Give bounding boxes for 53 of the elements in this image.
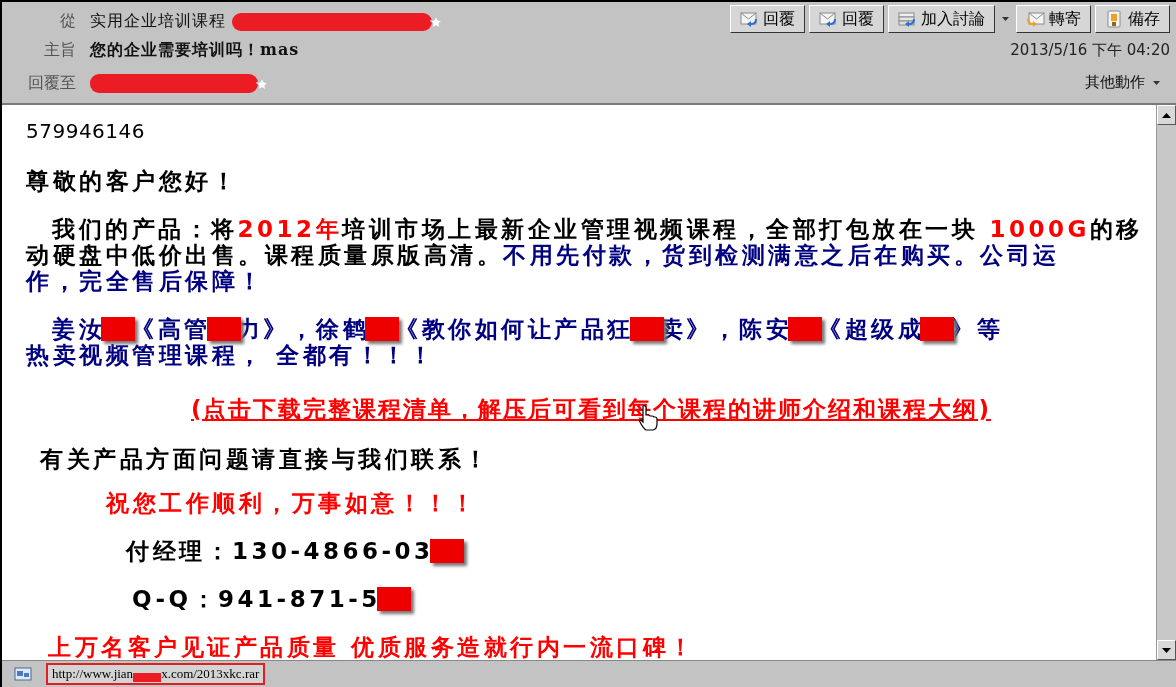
body-text: 《高管 [131, 316, 211, 342]
toolbar-button[interactable]: 回覆 [730, 5, 805, 33]
field-label: 從 [59, 11, 76, 32]
body-text: 我们的产品：将 [52, 216, 238, 242]
redaction-mark [429, 539, 464, 563]
body-text: 上万名客户见证产品质量 优质服务造就行内一流口碑！ [48, 634, 696, 660]
redaction-mark [376, 587, 411, 611]
field-label: 主旨 [43, 40, 76, 61]
body-text: 的移 [1089, 216, 1143, 242]
redaction-mark [206, 317, 241, 341]
body-text: 2012年 [237, 216, 342, 242]
body-text: Q-Q：941-871-5 [132, 586, 381, 612]
body-text: 付经理：130-4866-03 [126, 538, 434, 564]
body-text: 《教你如何让产品狂 [395, 316, 634, 342]
redaction-mark [920, 317, 954, 341]
body-text: 有关产品方面问题请直接与我们联系！ [40, 446, 491, 472]
star-icon [429, 14, 443, 29]
caret-icon [1002, 17, 1009, 21]
caret-icon [1153, 80, 1160, 85]
body-text: 热卖视频管理课程， 全都有！！！ [26, 342, 435, 368]
body-text: 579946146 [26, 119, 146, 143]
body-text: 祝您工作顺利，万事如意！！！ [106, 490, 477, 516]
toolbar-button[interactable]: 備存 [1095, 5, 1170, 33]
stack-arrow-icon [898, 10, 917, 28]
toolbar-button[interactable]: 轉寄 [1016, 5, 1091, 33]
body-text: 尊敬的客户您好！ [26, 168, 238, 194]
body-text: 姜汝 [52, 316, 105, 342]
body-text: 动硬盘中低价出售。课程质量原版高清。 [26, 242, 503, 268]
network-icon [14, 667, 32, 681]
redaction-mark [629, 317, 664, 341]
body-text: 不用先付款，货到检测满意之后在购买。公司运 [503, 242, 1060, 268]
redaction-mark [133, 672, 162, 682]
toolbar-button[interactable]: 回覆 [809, 5, 884, 33]
down-arrow-icon [1162, 647, 1171, 653]
date-text: 2013/5/16 下午 04:20 [1010, 41, 1170, 60]
toolbar-button[interactable]: 加入討論 [888, 5, 995, 33]
body-text: 作，完全售后保障！ [26, 268, 265, 294]
star-icon [255, 76, 269, 91]
status-url: x.com/2013xkc.rar [161, 666, 260, 682]
status-url: http://www.jian [52, 666, 134, 682]
redaction-mark [365, 317, 399, 341]
body-text: 1000G [989, 216, 1090, 242]
field-label: 回覆至 [27, 73, 76, 94]
body-text: 培训市场上最新企业管理视频课程，全部打包放在一块 [342, 216, 979, 242]
redaction-mark [788, 317, 822, 341]
document-icon [1105, 10, 1124, 28]
up-arrow-icon [1162, 112, 1171, 118]
more-actions-menu[interactable]: 其他動作 [1085, 73, 1160, 92]
body-text: 《超级成 [818, 316, 924, 342]
subject-text: 您的企业需要培训吗！mas [90, 40, 300, 61]
scrollbar[interactable] [1156, 105, 1176, 660]
sender-name: 实用企业培训课程 [90, 11, 226, 32]
redaction-mark [101, 317, 135, 341]
